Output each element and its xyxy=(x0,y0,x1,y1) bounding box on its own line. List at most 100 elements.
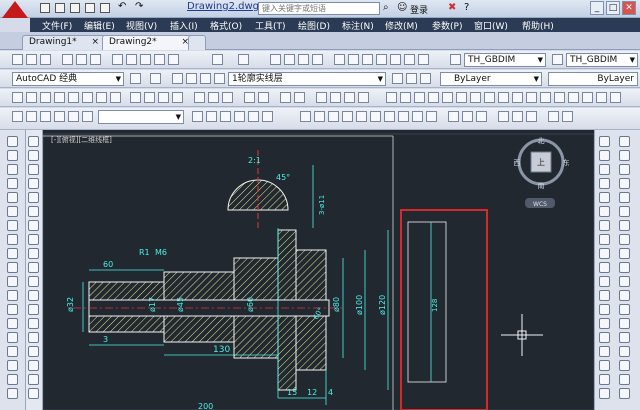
break-point-icon[interactable] xyxy=(599,290,610,301)
linear-dim-icon[interactable] xyxy=(386,92,397,103)
modify-extra-chamfer-icon[interactable] xyxy=(619,332,630,343)
spline-icon[interactable] xyxy=(7,248,18,259)
preview-icon[interactable] xyxy=(76,54,87,65)
aligned-dim-icon[interactable] xyxy=(400,92,411,103)
open-icon[interactable] xyxy=(55,3,65,13)
continuous-orbit-icon[interactable] xyxy=(476,111,487,122)
save-as-icon[interactable] xyxy=(85,3,95,13)
wireframe-2d-icon[interactable] xyxy=(192,111,203,122)
autocad-logo-icon[interactable] xyxy=(2,1,28,18)
array-icon[interactable] xyxy=(599,192,610,203)
menu-insert[interactable]: 插入(I) xyxy=(170,19,198,32)
cylinder-icon[interactable] xyxy=(68,92,79,103)
arc-length-icon[interactable] xyxy=(414,92,425,103)
align-3d-icon[interactable] xyxy=(280,92,291,103)
line-icon[interactable] xyxy=(7,136,18,147)
layer-select[interactable]: 1轮廓实线层 ▼ xyxy=(228,72,386,86)
modify-extra-scale-icon[interactable] xyxy=(619,234,630,245)
compass-north[interactable]: 北 xyxy=(538,137,545,145)
layer-color-icon[interactable] xyxy=(214,73,225,84)
scale-icon[interactable] xyxy=(599,234,610,245)
select-icon[interactable] xyxy=(28,304,39,315)
left-view-icon[interactable] xyxy=(328,111,339,122)
compass-south[interactable]: 南 xyxy=(538,181,545,190)
camera-icon[interactable] xyxy=(498,111,509,122)
menu-parametric[interactable]: 参数(P) xyxy=(432,19,462,32)
new-icon[interactable] xyxy=(12,54,23,65)
revision-cloud-icon[interactable] xyxy=(7,234,18,245)
login-button[interactable]: 登录 xyxy=(410,3,428,16)
conceptual-icon[interactable] xyxy=(248,111,259,122)
ucs-z-icon[interactable] xyxy=(26,111,37,122)
filter-icon[interactable] xyxy=(28,332,39,343)
search-input[interactable]: 键入关键字或短语 xyxy=(258,2,380,15)
viewport-icon[interactable] xyxy=(548,111,559,122)
pyramid-icon[interactable] xyxy=(96,92,107,103)
menu-window[interactable]: 窗口(W) xyxy=(474,19,508,32)
hatch-back-icon[interactable] xyxy=(28,234,39,245)
realistic-icon[interactable] xyxy=(234,111,245,122)
publish-icon[interactable] xyxy=(90,54,101,65)
jogged-icon[interactable] xyxy=(456,92,467,103)
ucs-x-icon[interactable] xyxy=(54,111,65,122)
layer-properties-icon[interactable] xyxy=(150,73,161,84)
zoom-realtime-icon[interactable] xyxy=(284,54,295,65)
modify-extra-join-icon[interactable] xyxy=(619,318,630,329)
annotation-front-icon[interactable] xyxy=(28,220,39,231)
close-button[interactable]: ✕ xyxy=(622,1,636,15)
rotate-icon[interactable] xyxy=(599,220,610,231)
linetype-select[interactable]: ByLayer xyxy=(548,72,638,86)
ucs-apply-icon[interactable] xyxy=(82,111,93,122)
view-cube[interactable]: 北 南 西 东 上 WCS xyxy=(514,137,570,208)
help-icon[interactable] xyxy=(418,54,429,65)
modify-extra-extend-icon[interactable] xyxy=(619,276,630,287)
table-icon[interactable] xyxy=(7,374,18,385)
torus-icon[interactable] xyxy=(82,92,93,103)
ucs-3point-icon[interactable] xyxy=(40,111,51,122)
unisolate-icon[interactable] xyxy=(28,360,39,371)
group-edit-icon[interactable] xyxy=(28,290,39,301)
close-icon[interactable]: × xyxy=(92,37,100,47)
polyline-icon[interactable] xyxy=(7,164,18,175)
save-icon[interactable] xyxy=(70,3,80,13)
modify-extra-blend-icon[interactable] xyxy=(619,360,630,371)
search-icon[interactable]: ⌕ xyxy=(383,2,389,13)
user-icon[interactable]: ☺ xyxy=(397,2,407,13)
modify-extra-fillet-icon[interactable] xyxy=(619,346,630,357)
dim-break-icon[interactable] xyxy=(554,92,565,103)
modify-extra-stretch-icon[interactable] xyxy=(619,248,630,259)
modify-extra-erase-icon[interactable] xyxy=(619,136,630,147)
free-orbit-icon[interactable] xyxy=(462,111,473,122)
sheet-set-icon[interactable] xyxy=(376,54,387,65)
menu-modify[interactable]: 修改(M) xyxy=(385,19,418,32)
wedge-icon[interactable] xyxy=(26,92,37,103)
layer-previous-icon[interactable] xyxy=(406,73,417,84)
view-cube-top[interactable]: 上 xyxy=(537,158,545,167)
intersect-icon[interactable] xyxy=(222,92,233,103)
modify-extra-break-icon[interactable] xyxy=(619,304,630,315)
arc-icon[interactable] xyxy=(7,206,18,217)
cone-icon[interactable] xyxy=(40,92,51,103)
dim-space-icon[interactable] xyxy=(540,92,551,103)
stretch-icon[interactable] xyxy=(599,248,610,259)
viewport-label[interactable]: [-][俯视][二维线框] xyxy=(51,135,112,144)
redo-icon[interactable]: ↷ xyxy=(135,1,145,12)
menu-edit[interactable]: 编辑(E) xyxy=(84,19,115,32)
visual-style-manager-icon[interactable] xyxy=(262,111,273,122)
send-under-icon[interactable] xyxy=(28,178,39,189)
sw-iso-icon[interactable] xyxy=(384,111,395,122)
tab-drawing2[interactable]: Drawing2* × xyxy=(102,35,197,50)
modify-extra-break-point-icon[interactable] xyxy=(619,290,630,301)
draw-order-back-icon[interactable] xyxy=(28,150,39,161)
join-icon[interactable] xyxy=(599,318,610,329)
sphere-icon[interactable] xyxy=(54,92,65,103)
modify-extra-trim-icon[interactable] xyxy=(619,262,630,273)
rotate-3d-icon[interactable] xyxy=(258,92,269,103)
viewport-clip-icon[interactable] xyxy=(562,111,573,122)
wcs-label[interactable]: WCS xyxy=(533,201,547,208)
color-select[interactable]: ByLayer ▼ xyxy=(440,72,542,86)
copy-icon[interactable] xyxy=(599,150,610,161)
extend-icon[interactable] xyxy=(599,276,610,287)
explode-icon[interactable] xyxy=(599,374,610,385)
ucs-face-icon[interactable] xyxy=(358,92,369,103)
